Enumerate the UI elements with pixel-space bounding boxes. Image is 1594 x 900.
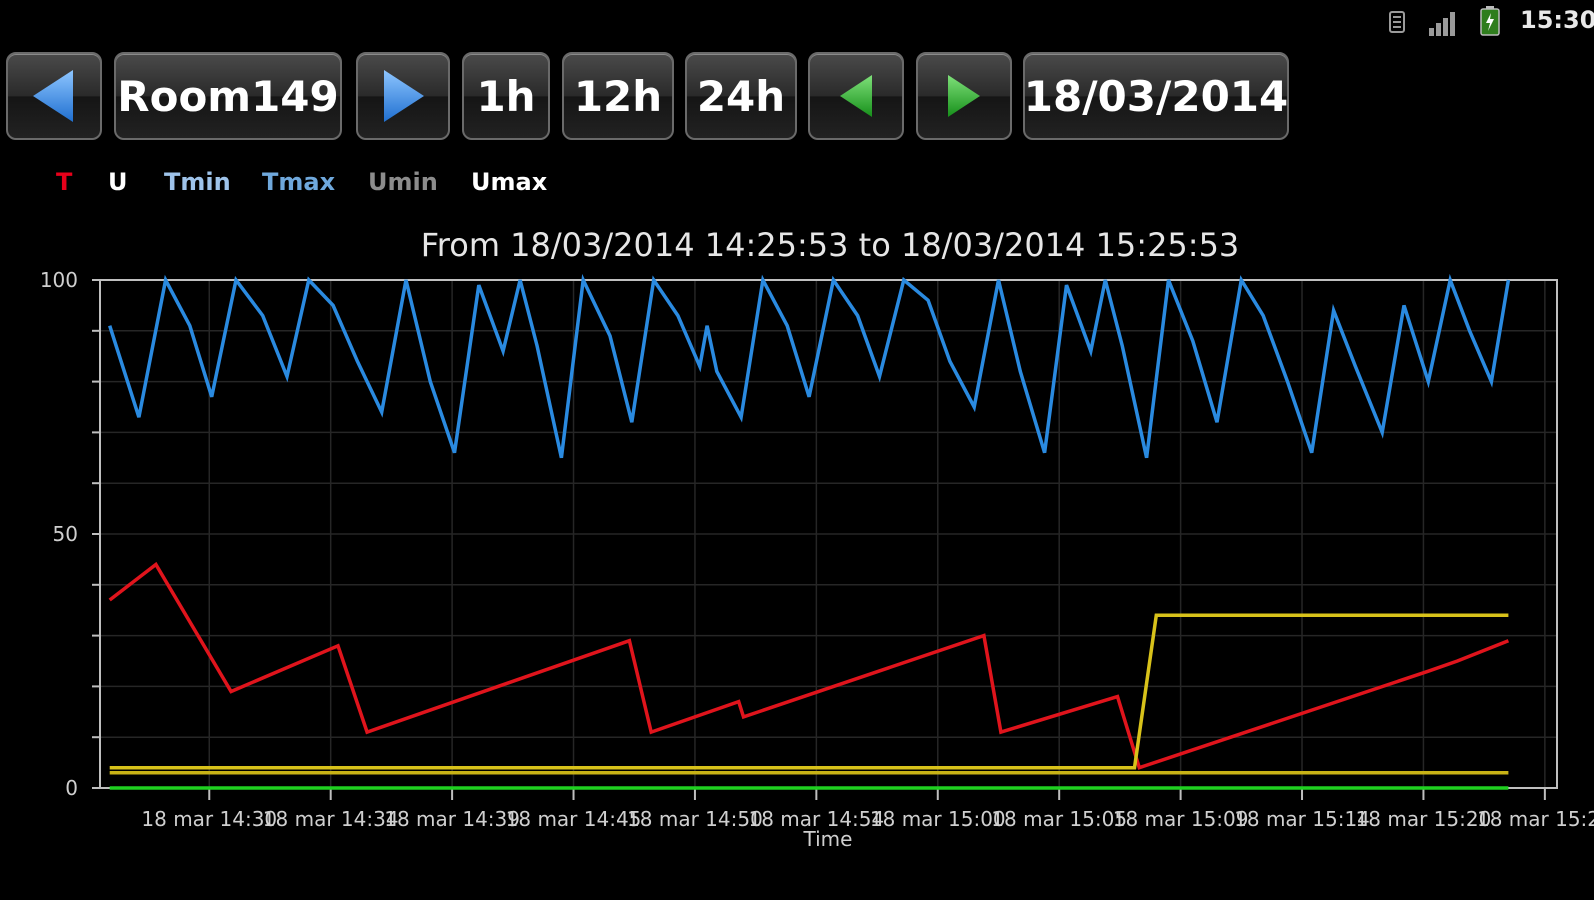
arrow-right-green-icon	[944, 73, 984, 119]
arrow-left-blue-icon	[29, 68, 79, 124]
battery-charging-icon	[1480, 6, 1500, 36]
prev-room-button[interactable]	[6, 52, 102, 140]
arrow-left-green-icon	[836, 73, 876, 119]
signal-icon	[1428, 10, 1458, 36]
legend-item-umin[interactable]: Umin	[368, 168, 438, 196]
range-24h-button[interactable]: 24h	[685, 52, 797, 140]
x-tick-label: 18 mar 14:34	[263, 807, 399, 831]
x-tick-label: 18 mar 15:20	[1356, 807, 1492, 831]
x-tick-label: 18 mar 14:45	[506, 807, 642, 831]
date-picker-button[interactable]: 18/03/2014	[1023, 52, 1289, 140]
x-tick-label: 18 mar 15:14	[1234, 807, 1370, 831]
legend-item-tmin[interactable]: Tmin	[164, 168, 231, 196]
x-tick-label: 18 mar 15:25	[1477, 807, 1594, 831]
legend-item-tmax[interactable]: Tmax	[262, 168, 335, 196]
chart-title: From 18/03/2014 14:25:53 to 18/03/2014 1…	[420, 226, 1240, 264]
legend-item-t[interactable]: T	[56, 168, 72, 196]
x-tick-label: 18 mar 15:00	[870, 807, 1006, 831]
y-tick-label: 100	[40, 268, 78, 292]
x-tick-label: 18 mar 15:09	[1113, 807, 1249, 831]
arrow-right-blue-icon	[378, 68, 428, 124]
clock: 15:30	[1520, 6, 1594, 34]
x-tick-label: 18 mar 14:39	[384, 807, 520, 831]
series-line-0	[108, 273, 1511, 459]
y-tick-label: 0	[65, 776, 78, 800]
sd-card-icon	[1388, 10, 1406, 33]
y-axis: 0 50 100	[40, 268, 100, 800]
next-room-button[interactable]	[356, 52, 450, 140]
x-tick-label: 18 mar 14:30	[141, 807, 277, 831]
prev-period-button[interactable]	[808, 52, 904, 140]
range-12h-button[interactable]: 12h	[562, 52, 674, 140]
legend-item-u[interactable]: U	[108, 168, 128, 196]
x-tick-label: 18 mar 14:50	[627, 807, 763, 831]
series-line-2	[109, 613, 1509, 770]
next-period-button[interactable]	[916, 52, 1012, 140]
x-axis-label: Time	[803, 827, 853, 851]
y-tick-label: 50	[53, 522, 78, 546]
x-axis: 18 mar 14:3018 mar 14:3418 mar 14:3918 m…	[141, 788, 1594, 831]
range-1h-button[interactable]: 1h	[462, 52, 550, 140]
room-selector-button[interactable]: Room149	[114, 52, 342, 140]
chart-grid	[100, 280, 1557, 788]
x-tick-label: 18 mar 15:05	[991, 807, 1127, 831]
legend-item-umax[interactable]: Umax	[471, 168, 547, 196]
status-bar: 15:30	[0, 0, 1594, 44]
line-chart: 050100 18 mar 14:3018 mar 14:3418 mar 14…	[40, 268, 1594, 851]
